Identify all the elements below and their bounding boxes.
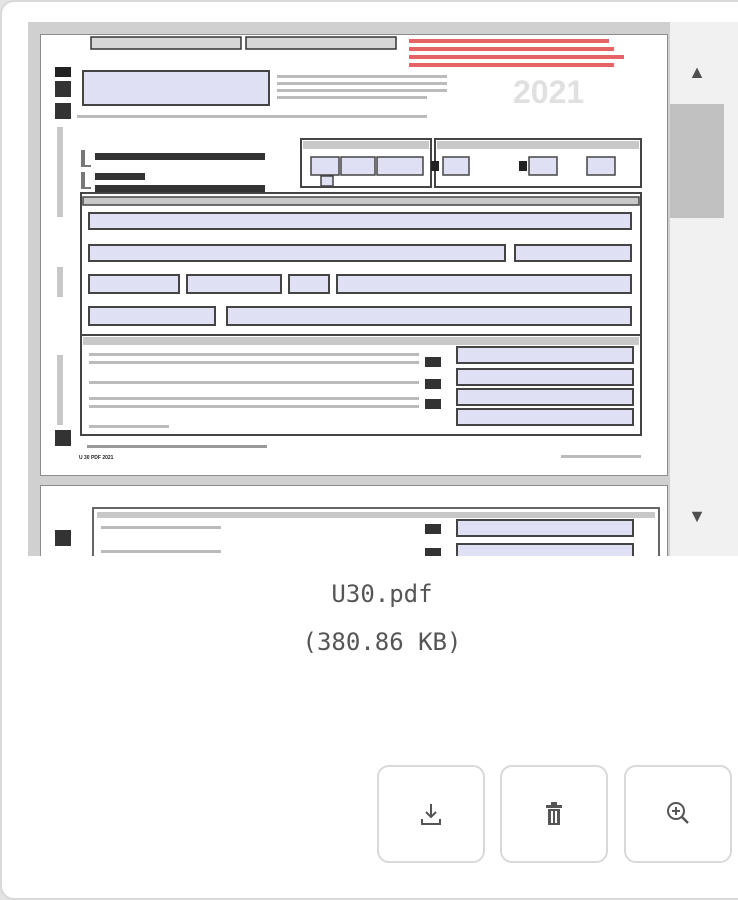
zoom-button[interactable] (624, 765, 732, 863)
download-button[interactable] (377, 765, 485, 863)
file-preview-card: 2021 U 30 PDF 2021 ▲ ▼ U30.pdf (380.86 K… (0, 0, 738, 900)
pdf-page-2 (40, 485, 668, 556)
trash-icon (546, 802, 562, 825)
scroll-up-arrow-icon[interactable]: ▲ (670, 42, 724, 102)
form-label: U 30 PDF 2021 (79, 455, 114, 461)
warning-text-block (409, 39, 624, 67)
pdf-page-1: 2021 U 30 PDF 2021 (40, 34, 668, 476)
scrollbar-thumb[interactable] (670, 104, 724, 218)
vertical-scrollbar[interactable]: ▲ ▼ (670, 22, 738, 556)
form-year: 2021 (513, 74, 584, 110)
download-icon (421, 804, 441, 825)
form-page-drawing: 2021 U 30 PDF 2021 (55, 36, 642, 461)
delete-button[interactable] (500, 765, 608, 863)
scroll-down-arrow-icon[interactable]: ▼ (670, 486, 724, 546)
file-size: (380.86 KB) (302, 628, 462, 656)
pdf-viewer[interactable]: 2021 U 30 PDF 2021 (28, 22, 738, 556)
zoom-in-icon (667, 802, 689, 824)
form-page-2-drawing (55, 507, 660, 556)
file-name: U30.pdf (331, 580, 433, 608)
